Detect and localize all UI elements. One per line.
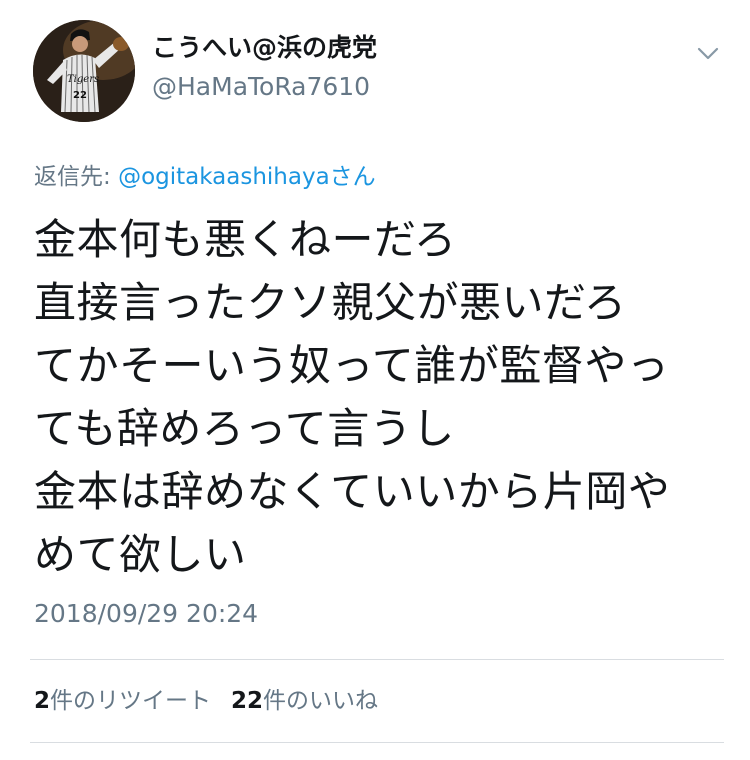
reply-target-link[interactable]: @ogitakaashihaya — [118, 164, 330, 190]
reply-suffix: さん — [329, 164, 376, 190]
user-handle[interactable]: @HaMaToRa7610 — [152, 69, 370, 105]
like-label: 件のいいね — [263, 688, 379, 714]
divider — [30, 659, 724, 660]
tweet-text-line: てかそーいう奴って誰が監督やっ — [34, 341, 670, 390]
retweet-stat[interactable]: 2件のリツイート — [34, 684, 211, 718]
tweet-text-line: 金本は辞めなくていいから片岡や — [34, 467, 671, 516]
retweet-label: 件のリツイート — [50, 688, 212, 714]
tweet-text-line: ても辞めろって言うし — [34, 404, 455, 453]
chevron-down-icon[interactable] — [691, 38, 725, 68]
tweet-timestamp[interactable]: 2018/09/29 20:24 — [34, 596, 258, 632]
like-stat[interactable]: 22件のいいね — [231, 684, 378, 718]
display-name[interactable]: こうへい@浜の虎党 — [152, 30, 377, 66]
baseball-player-avatar-image: Tigers 22 — [33, 20, 135, 122]
avatar[interactable]: Tigers 22 — [33, 20, 135, 122]
svg-text:22: 22 — [73, 90, 87, 101]
reply-prefix: 返信先: — [34, 164, 119, 190]
retweet-count: 2 — [34, 688, 51, 714]
tweet-text-line: 金本何も悪くねーだろ — [34, 215, 457, 264]
divider — [30, 742, 724, 743]
svg-text:Tigers: Tigers — [67, 74, 99, 85]
like-count: 22 — [231, 688, 264, 714]
tweet-text: 金本何も悪くねーだろ 直接言ったクソ親父が悪いだろ てかそーいう奴って誰が監督や… — [34, 208, 724, 586]
tweet-text-line: めて欲しい — [34, 530, 247, 579]
reply-context: 返信先: @ogitakaashihayaさん — [34, 160, 376, 194]
tweet-text-line: 直接言ったクソ親父が悪いだろ — [34, 278, 627, 327]
tweet-stats: 2件のリツイート 22件のいいね — [34, 684, 398, 718]
